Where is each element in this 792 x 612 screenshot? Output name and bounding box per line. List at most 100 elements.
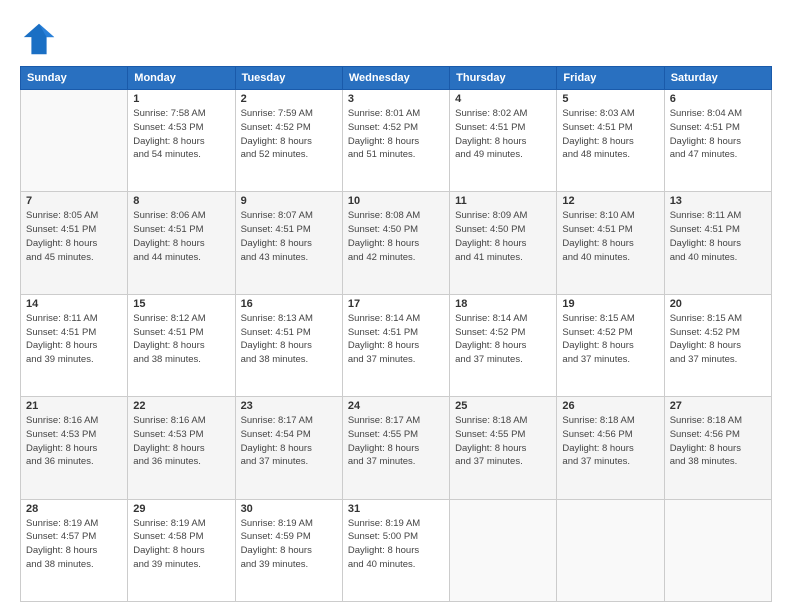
- day-number: 28: [26, 503, 122, 515]
- day-info: Sunrise: 8:11 AM Sunset: 4:51 PM Dayligh…: [26, 312, 122, 367]
- day-cell: 29 Sunrise: 8:19 AM Sunset: 4:58 PM Dayli…: [128, 499, 235, 601]
- day-cell: 9 Sunrise: 8:07 AM Sunset: 4:51 PM Daylig…: [235, 192, 342, 294]
- day-cell: 6 Sunrise: 8:04 AM Sunset: 4:51 PM Daylig…: [664, 90, 771, 192]
- day-cell: [557, 499, 664, 601]
- day-cell: 27 Sunrise: 8:18 AM Sunset: 4:56 PM Dayli…: [664, 397, 771, 499]
- day-number: 24: [348, 400, 444, 412]
- day-cell: 21 Sunrise: 8:16 AM Sunset: 4:53 PM Dayli…: [21, 397, 128, 499]
- day-info: Sunrise: 8:11 AM Sunset: 4:51 PM Dayligh…: [670, 209, 766, 264]
- day-info: Sunrise: 8:17 AM Sunset: 4:54 PM Dayligh…: [241, 414, 337, 469]
- header-sunday: Sunday: [21, 67, 128, 90]
- day-cell: 12 Sunrise: 8:10 AM Sunset: 4:51 PM Dayli…: [557, 192, 664, 294]
- day-info: Sunrise: 8:05 AM Sunset: 4:51 PM Dayligh…: [26, 209, 122, 264]
- day-number: 11: [455, 195, 551, 207]
- day-info: Sunrise: 8:14 AM Sunset: 4:51 PM Dayligh…: [348, 312, 444, 367]
- day-info: Sunrise: 8:08 AM Sunset: 4:50 PM Dayligh…: [348, 209, 444, 264]
- day-info: Sunrise: 7:59 AM Sunset: 4:52 PM Dayligh…: [241, 107, 337, 162]
- day-cell: 24 Sunrise: 8:17 AM Sunset: 4:55 PM Dayli…: [342, 397, 449, 499]
- day-info: Sunrise: 8:04 AM Sunset: 4:51 PM Dayligh…: [670, 107, 766, 162]
- calendar: SundayMondayTuesdayWednesdayThursdayFrid…: [20, 66, 772, 602]
- day-cell: 23 Sunrise: 8:17 AM Sunset: 4:54 PM Dayli…: [235, 397, 342, 499]
- day-cell: 4Sunrise: 8:02 AM Sunset: 4:51 PM Daylig…: [450, 90, 557, 192]
- day-info: Sunrise: 8:02 AM Sunset: 4:51 PM Dayligh…: [455, 107, 551, 162]
- day-info: Sunrise: 8:14 AM Sunset: 4:52 PM Dayligh…: [455, 312, 551, 367]
- calendar-header-row: SundayMondayTuesdayWednesdayThursdayFrid…: [21, 67, 772, 90]
- day-number: 18: [455, 298, 551, 310]
- day-number: 21: [26, 400, 122, 412]
- day-number: 6: [670, 93, 766, 105]
- day-cell: 19Sunrise: 8:15 AM Sunset: 4:52 PM Dayli…: [557, 294, 664, 396]
- logo: [20, 20, 62, 58]
- day-info: Sunrise: 8:07 AM Sunset: 4:51 PM Dayligh…: [241, 209, 337, 264]
- day-info: Sunrise: 8:18 AM Sunset: 4:56 PM Dayligh…: [670, 414, 766, 469]
- header-wednesday: Wednesday: [342, 67, 449, 90]
- day-info: Sunrise: 8:09 AM Sunset: 4:50 PM Dayligh…: [455, 209, 551, 264]
- day-number: 26: [562, 400, 658, 412]
- week-row-4: 21 Sunrise: 8:16 AM Sunset: 4:53 PM Dayli…: [21, 397, 772, 499]
- day-info: Sunrise: 8:10 AM Sunset: 4:51 PM Dayligh…: [562, 209, 658, 264]
- day-cell: 20Sunrise: 8:15 AM Sunset: 4:52 PM Dayli…: [664, 294, 771, 396]
- day-cell: 3 Sunrise: 8:01 AM Sunset: 4:52 PM Daylig…: [342, 90, 449, 192]
- day-info: Sunrise: 8:16 AM Sunset: 4:53 PM Dayligh…: [26, 414, 122, 469]
- day-number: 3: [348, 93, 444, 105]
- day-number: 27: [670, 400, 766, 412]
- day-number: 13: [670, 195, 766, 207]
- week-row-3: 14 Sunrise: 8:11 AM Sunset: 4:51 PM Dayli…: [21, 294, 772, 396]
- day-number: 17: [348, 298, 444, 310]
- day-number: 15: [133, 298, 229, 310]
- day-info: Sunrise: 8:19 AM Sunset: 5:00 PM Dayligh…: [348, 517, 444, 572]
- week-row-2: 7 Sunrise: 8:05 AM Sunset: 4:51 PM Daylig…: [21, 192, 772, 294]
- day-cell: 30 Sunrise: 8:19 AM Sunset: 4:59 PM Dayli…: [235, 499, 342, 601]
- day-cell: 15 Sunrise: 8:12 AM Sunset: 4:51 PM Dayli…: [128, 294, 235, 396]
- day-number: 1: [133, 93, 229, 105]
- day-number: 31: [348, 503, 444, 515]
- week-row-5: 28 Sunrise: 8:19 AM Sunset: 4:57 PM Dayli…: [21, 499, 772, 601]
- day-cell: 28 Sunrise: 8:19 AM Sunset: 4:57 PM Dayli…: [21, 499, 128, 601]
- day-cell: 10 Sunrise: 8:08 AM Sunset: 4:50 PM Dayli…: [342, 192, 449, 294]
- page: SundayMondayTuesdayWednesdayThursdayFrid…: [0, 0, 792, 612]
- day-info: Sunrise: 8:01 AM Sunset: 4:52 PM Dayligh…: [348, 107, 444, 162]
- day-number: 5: [562, 93, 658, 105]
- day-number: 9: [241, 195, 337, 207]
- day-cell: 11 Sunrise: 8:09 AM Sunset: 4:50 PM Dayli…: [450, 192, 557, 294]
- day-info: Sunrise: 8:19 AM Sunset: 4:58 PM Dayligh…: [133, 517, 229, 572]
- day-number: 20: [670, 298, 766, 310]
- day-info: Sunrise: 8:13 AM Sunset: 4:51 PM Dayligh…: [241, 312, 337, 367]
- day-number: 29: [133, 503, 229, 515]
- day-number: 14: [26, 298, 122, 310]
- day-number: 25: [455, 400, 551, 412]
- header-saturday: Saturday: [664, 67, 771, 90]
- day-cell: 25Sunrise: 8:18 AM Sunset: 4:55 PM Dayli…: [450, 397, 557, 499]
- header-thursday: Thursday: [450, 67, 557, 90]
- day-info: Sunrise: 8:16 AM Sunset: 4:53 PM Dayligh…: [133, 414, 229, 469]
- day-cell: 7 Sunrise: 8:05 AM Sunset: 4:51 PM Daylig…: [21, 192, 128, 294]
- day-info: Sunrise: 7:58 AM Sunset: 4:53 PM Dayligh…: [133, 107, 229, 162]
- day-cell: 1 Sunrise: 7:58 AM Sunset: 4:53 PM Daylig…: [128, 90, 235, 192]
- day-info: Sunrise: 8:19 AM Sunset: 4:57 PM Dayligh…: [26, 517, 122, 572]
- day-cell: 26Sunrise: 8:18 AM Sunset: 4:56 PM Dayli…: [557, 397, 664, 499]
- day-cell: 13 Sunrise: 8:11 AM Sunset: 4:51 PM Dayli…: [664, 192, 771, 294]
- day-cell: [21, 90, 128, 192]
- day-cell: 22 Sunrise: 8:16 AM Sunset: 4:53 PM Dayli…: [128, 397, 235, 499]
- day-number: 7: [26, 195, 122, 207]
- day-number: 10: [348, 195, 444, 207]
- day-cell: [664, 499, 771, 601]
- day-cell: 31 Sunrise: 8:19 AM Sunset: 5:00 PM Dayli…: [342, 499, 449, 601]
- day-cell: 17 Sunrise: 8:14 AM Sunset: 4:51 PM Dayli…: [342, 294, 449, 396]
- day-info: Sunrise: 8:17 AM Sunset: 4:55 PM Dayligh…: [348, 414, 444, 469]
- day-number: 12: [562, 195, 658, 207]
- header-monday: Monday: [128, 67, 235, 90]
- day-number: 22: [133, 400, 229, 412]
- day-info: Sunrise: 8:12 AM Sunset: 4:51 PM Dayligh…: [133, 312, 229, 367]
- day-number: 30: [241, 503, 337, 515]
- day-number: 23: [241, 400, 337, 412]
- logo-icon: [20, 20, 58, 58]
- day-number: 19: [562, 298, 658, 310]
- week-row-1: 1 Sunrise: 7:58 AM Sunset: 4:53 PM Daylig…: [21, 90, 772, 192]
- day-number: 2: [241, 93, 337, 105]
- header-friday: Friday: [557, 67, 664, 90]
- day-cell: 14 Sunrise: 8:11 AM Sunset: 4:51 PM Dayli…: [21, 294, 128, 396]
- day-info: Sunrise: 8:19 AM Sunset: 4:59 PM Dayligh…: [241, 517, 337, 572]
- day-info: Sunrise: 8:03 AM Sunset: 4:51 PM Dayligh…: [562, 107, 658, 162]
- day-number: 8: [133, 195, 229, 207]
